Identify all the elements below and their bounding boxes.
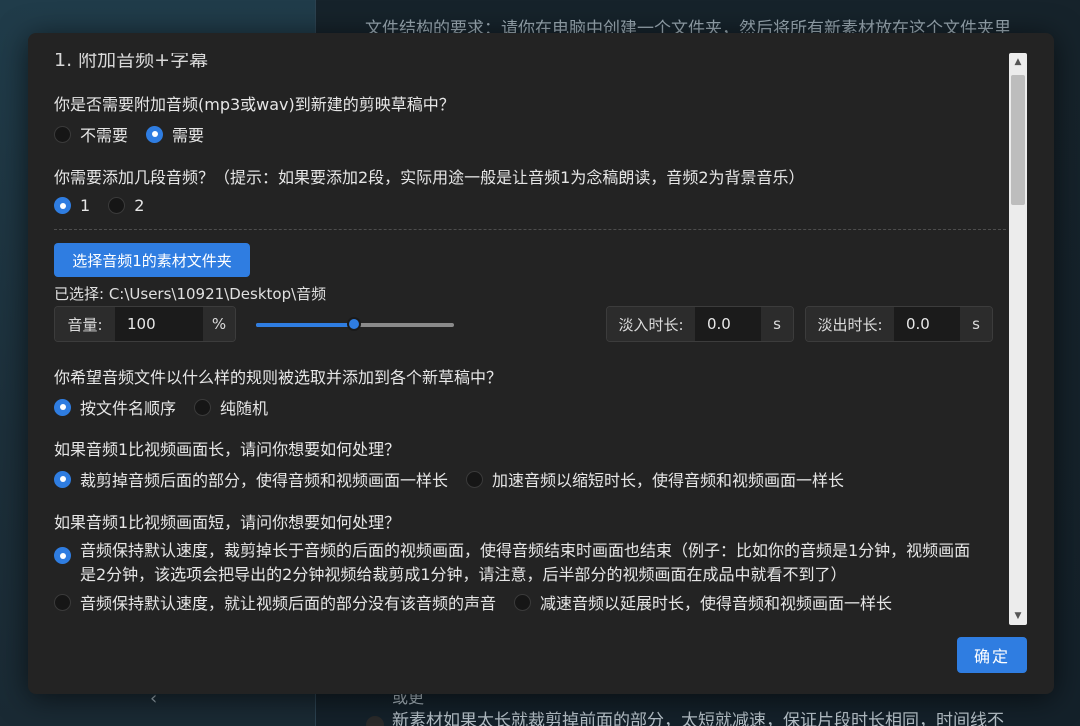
radio-label: 2 [134,196,145,215]
volume-input[interactable]: 100 [115,307,203,341]
divider [54,229,1006,230]
fade-out-label: 淡出时长: [806,307,894,341]
radio-circle [54,593,71,611]
question-selection-rule: 你希望音频文件以什么样的规则被选取并添加到各个新草稿中？ [54,368,503,387]
radio-keep-silence[interactable]: 音频保持默认速度，就让视频后面的部分没有该音频的声音 [54,590,496,614]
radio-count-1[interactable]: 1 [54,196,90,215]
radio-trim-audio[interactable]: 裁剪掉音频后面的部分，使得音频和视频画面一样长 [54,467,448,491]
scroll-up-arrow-icon[interactable]: ▲ [1009,53,1027,71]
fade-in-field: 淡入时长: 0.0 s [606,306,794,342]
radio-label: 音频保持默认速度，裁剪掉长于音频的后面的视频画面，使得音频结束时画面也结束（例子… [80,541,971,584]
radio-circle [466,470,484,488]
slider-handle[interactable] [347,317,361,331]
radio-need-audio[interactable]: 需要 [146,122,204,146]
radio-label: 1 [80,196,91,215]
radio-count-2[interactable]: 2 [108,196,144,215]
select-audio-folder-button[interactable]: 选择音频1的素材文件夹 [54,243,250,277]
radio-trim-video[interactable]: 音频保持默认速度，裁剪掉长于音频的后面的视频画面，使得音频结束时画面也结束（例子… [54,539,984,587]
audio-shorter-options: 音频保持默认速度，就让视频后面的部分没有该音频的声音 减速音频以延展时长，使得音… [54,590,910,614]
fade-in-unit: s [761,307,793,341]
radio-by-filename[interactable]: 按文件名顺序 [54,395,176,419]
audio-longer-options: 裁剪掉音频后面的部分，使得音频和视频画面一样长 加速音频以缩短时长，使得音频和视… [54,467,862,491]
radio-label: 按文件名顺序 [80,399,177,418]
radio-circle [146,125,164,143]
fade-out-field: 淡出时长: 0.0 s [805,306,993,342]
volume-field: 音量: 100 % [54,306,236,342]
radio-circle [514,593,532,611]
radio-random[interactable]: 纯随机 [194,395,268,419]
radio-circle [54,470,71,488]
fade-out-input[interactable]: 0.0 [894,307,960,341]
confirm-button[interactable]: 确定 [957,637,1027,673]
section-title: 1. 附加音频+字幕 [54,53,209,71]
volume-slider[interactable] [256,317,454,331]
dialog-scroll-area: 1. 附加音频+字幕 你是否需要附加音频(mp3或wav)到新建的剪映草稿中？ … [28,53,1031,657]
audio-count-options: 1 2 [54,196,162,215]
question-audio-count: 你需要添加几段音频？（提示：如果要添加2段，实际用途一般是让音频1为念稿朗读，音… [54,168,805,187]
scroll-down-arrow-icon[interactable]: ▼ [1009,607,1027,625]
fade-in-label: 淡入时长: [607,307,695,341]
slider-fill [256,323,354,327]
volume-label: 音量: [55,307,115,341]
question-audio-shorter: 如果音频1比视频画面短，请问你想要如何处理？ [54,513,401,532]
radio-label: 加速音频以缩短时长，使得音频和视频画面一样长 [492,471,845,490]
fade-out-unit: s [960,307,992,341]
radio-label: 音频保持默认速度，就让视频后面的部分没有该音频的声音 [80,594,497,613]
radio-circle [194,398,212,416]
radio-label: 纯随机 [220,399,269,418]
radio-label: 不需要 [80,126,129,145]
radio-label: 裁剪掉音频后面的部分，使得音频和视频画面一样长 [80,471,449,490]
question-attach-audio: 你是否需要附加音频(mp3或wav)到新建的剪映草稿中？ [54,95,455,114]
scrollbar-thumb[interactable] [1011,75,1025,205]
radio-label: 减速音频以延展时长，使得音频和视频画面一样长 [540,594,893,613]
radio-no-audio[interactable]: 不需要 [54,122,128,146]
radio-label: 需要 [172,126,205,145]
question-audio-longer: 如果音频1比视频画面长，请问你想要如何处理？ [54,440,401,459]
audio-settings-dialog: 1. 附加音频+字幕 你是否需要附加音频(mp3或wav)到新建的剪映草稿中？ … [28,33,1054,694]
radio-circle [54,197,71,214]
selection-rule-options: 按文件名顺序 纯随机 [54,395,286,419]
volume-unit: % [203,307,235,341]
fade-in-input[interactable]: 0.0 [695,307,761,341]
radio-slow-down-audio[interactable]: 减速音频以延展时长，使得音频和视频画面一样长 [514,590,892,614]
radio-circle [54,547,71,564]
vertical-scrollbar[interactable]: ▲ ▼ [1009,53,1027,625]
radio-speed-up-audio[interactable]: 加速音频以缩短时长，使得音频和视频画面一样长 [466,467,844,491]
radio-circle [54,398,71,416]
background-text: 新素材如果太长就裁剪掉前面的部分，太短就减速，保证片段时长相同，时间线不 [392,711,1004,726]
radio-circle [54,125,71,143]
selected-path: 已选择: C:\Users\10921\Desktop\音频 [54,285,327,303]
radio-circle [108,197,126,214]
attach-audio-options: 不需要 需要 [54,122,222,146]
